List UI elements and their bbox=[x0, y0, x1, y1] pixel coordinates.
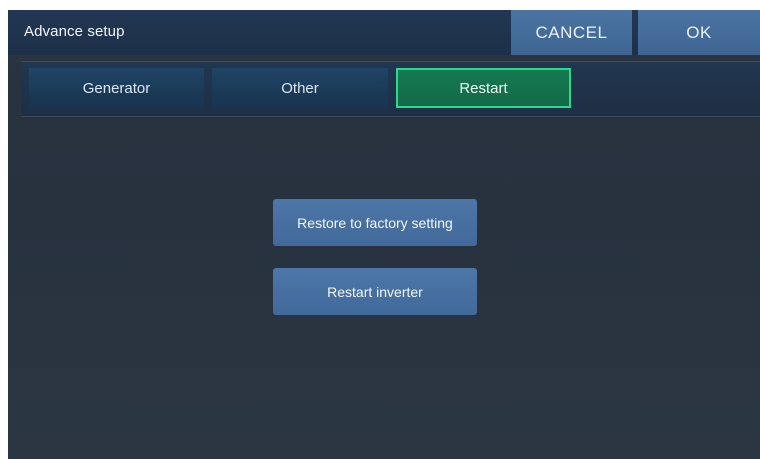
restart-inverter-button[interactable]: Restart inverter bbox=[273, 268, 477, 315]
header-bar: Advance setup CANCEL OK bbox=[8, 10, 760, 55]
ok-button[interactable]: OK bbox=[638, 10, 760, 55]
tab-generator[interactable]: Generator bbox=[29, 68, 204, 108]
page-title: Advance setup bbox=[24, 23, 125, 40]
cancel-button[interactable]: CANCEL bbox=[511, 10, 632, 55]
tab-divider bbox=[21, 116, 760, 117]
restore-factory-setting-button[interactable]: Restore to factory setting bbox=[273, 199, 477, 246]
tab-restart[interactable]: Restart bbox=[396, 68, 571, 108]
advance-setup-screen: Advance setup CANCEL OK Generator Other … bbox=[8, 10, 760, 459]
tab-other[interactable]: Other bbox=[212, 68, 388, 108]
tab-bar: Generator Other Restart bbox=[21, 61, 760, 117]
